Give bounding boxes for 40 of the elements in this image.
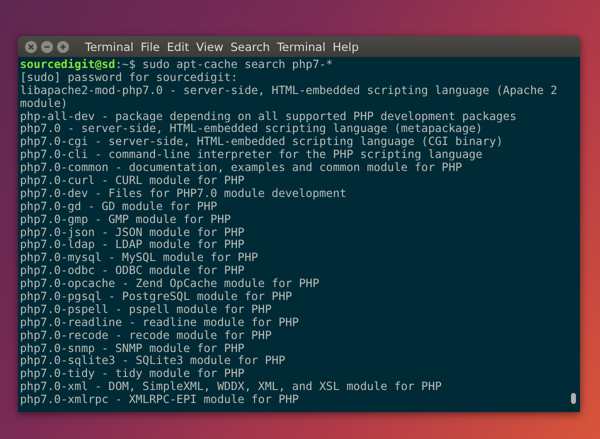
output-line: php7.0-opcache - Zend OpCache module for PHP: [20, 277, 320, 290]
output-line: php7.0-tidy - tidy module for PHP: [20, 367, 244, 380]
output-line: php7.0-dev - Files for PHP7.0 module development: [20, 186, 346, 200]
output-line: php7.0-mysql - MySQL module for PHP: [20, 251, 258, 264]
output-line: php7.0 - server-side, HTML-embedded scripting language (metapackage): [20, 122, 482, 136]
output-line: php7.0-gmp - GMP module for PHP: [20, 212, 231, 226]
output-line: php7.0-common - documentation, examples and common module for PHP: [20, 161, 462, 174]
output-line: php7.0-odbc - ODBC module for PHP: [20, 264, 244, 278]
menu-item[interactable]: Edit: [166, 40, 190, 54]
output-line: php7.0-readline - readline module for PHP: [20, 316, 299, 329]
output-line: libapache2-mod-php7.0 - server-side, HTML-embedded scripting language (Apache 2: [20, 84, 558, 97]
output-line: module): [20, 96, 68, 110]
output-line: php7.0-cgi - server-side, HTML-embedded scripting language (CGI binary): [20, 135, 503, 148]
app-name: Terminal: [85, 40, 134, 54]
output-line: php7.0-curl - CURL module for PHP: [20, 174, 244, 188]
close-icon[interactable]: [25, 40, 37, 52]
prompt-path: :~$: [115, 58, 136, 71]
menu-item[interactable]: Help: [332, 40, 359, 54]
output-line: [sudo] password for sourcedigit:: [20, 70, 238, 84]
output-line: php7.0-pspell - pspell module for PHP: [20, 302, 272, 316]
prompt-user: sourcedigit@sd: [20, 58, 116, 71]
output-line: php7.0-xmlrpc - XMLRPC-EPI module for PHP: [20, 393, 299, 406]
output-line: php7.0-pgsql - PostgreSQL module for PHP: [20, 290, 292, 304]
scrollbar-thumb[interactable]: [571, 393, 576, 404]
output-line: php7.0-xml - DOM, SimpleXML, WDDX, XML, and XSL module for PHP: [20, 380, 442, 394]
menu-item[interactable]: View: [196, 40, 224, 54]
output-line: php7.0-cli - command-line interpreter for the PHP scripting language: [20, 148, 482, 162]
menu-item[interactable]: Terminal: [276, 40, 326, 54]
output-line: php7.0-gd - GD module for PHP: [20, 200, 218, 213]
output-line: php7.0-sqlite3 - SQLite3 module for PHP: [20, 354, 286, 368]
maximize-icon[interactable]: [57, 40, 69, 52]
menu-item[interactable]: File: [140, 40, 160, 54]
command-text: sudo apt-cache search php7-*: [141, 58, 333, 71]
output-line: php7.0-json - JSON module for PHP: [20, 226, 244, 239]
output-line: php7.0-recode - recode module for PHP: [20, 328, 272, 342]
minimize-icon[interactable]: [41, 40, 53, 52]
output-line: php7.0-snmp - SNMP module for PHP: [20, 342, 244, 355]
output-line: php7.0-ldap - LDAP module for PHP: [20, 238, 244, 252]
menu-item[interactable]: Search: [230, 40, 270, 54]
output-line: php-all-dev - package depending on all supported PHP development packages: [20, 110, 516, 123]
